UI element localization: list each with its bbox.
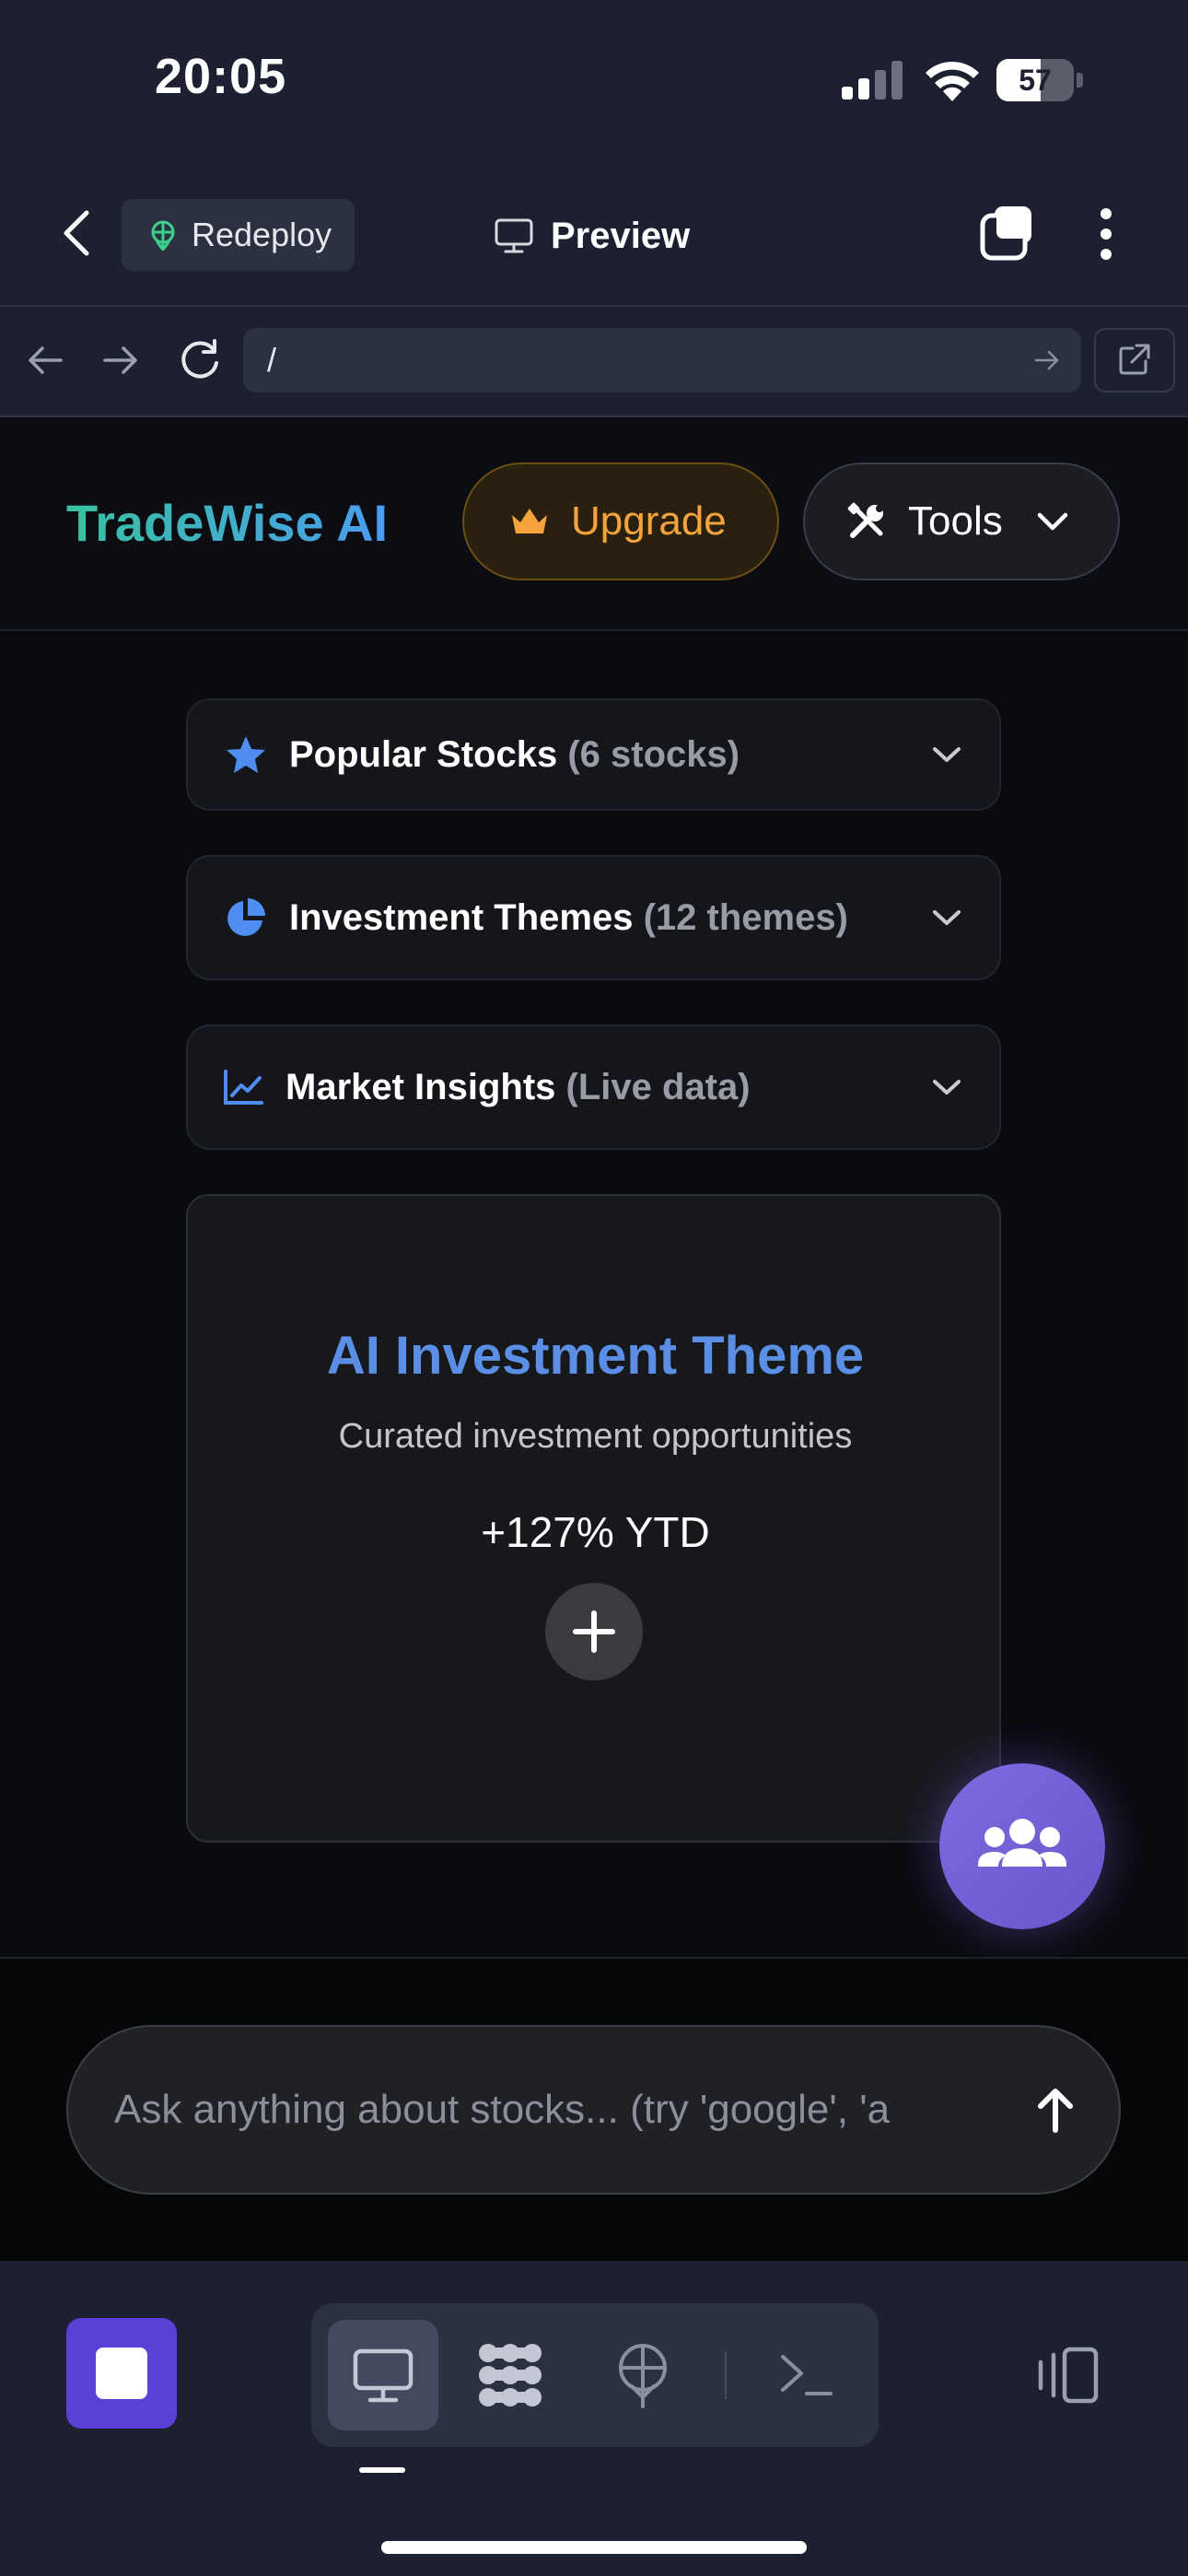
battery-level: 57 <box>1019 64 1052 97</box>
section-title-text: Investment Themes <box>289 896 634 938</box>
monitor-icon <box>495 218 533 253</box>
investment-themes-section[interactable]: Investment Themes (12 themes) <box>186 855 1001 980</box>
integrations-icon[interactable] <box>475 2342 545 2408</box>
theme-title: AI Investment Theme <box>326 1326 865 1386</box>
chevron-down-icon <box>933 1080 961 1095</box>
battery-body: 57 <box>996 59 1074 101</box>
section-title-text: Market Insights <box>285 1066 556 1107</box>
url-text: / <box>267 341 277 379</box>
line-chart-icon <box>224 1070 263 1105</box>
section-title: Investment Themes (12 themes) <box>289 897 848 939</box>
battery-icon: 57 <box>996 59 1085 101</box>
section-count: (6 stocks) <box>567 733 740 775</box>
terminal-icon[interactable] <box>777 2349 836 2401</box>
home-indicator <box>381 2541 807 2554</box>
go-arrow-icon[interactable] <box>1033 346 1061 374</box>
section-title: Popular Stocks (6 stocks) <box>289 734 740 776</box>
battery-tip <box>1077 73 1083 88</box>
device-toggle-icon[interactable] <box>1031 2340 1101 2410</box>
redeploy-button[interactable]: Redeploy <box>122 199 355 271</box>
arrow-up-icon[interactable] <box>1026 2080 1085 2139</box>
section-title-text: Popular Stocks <box>289 733 558 775</box>
active-tab-indicator <box>359 2467 405 2473</box>
redeploy-label: Redeploy <box>192 216 332 253</box>
stop-icon <box>96 2348 147 2399</box>
star-icon <box>227 736 265 773</box>
stop-button[interactable] <box>66 2318 177 2429</box>
plus-icon <box>573 1610 615 1653</box>
more-vertical-icon[interactable] <box>1087 205 1125 263</box>
tabs-icon[interactable] <box>978 203 1037 262</box>
chat-input[interactable]: Ask anything about stocks... (try 'googl… <box>66 2025 1121 2195</box>
pie-chart-icon <box>227 898 265 936</box>
chevron-down-icon <box>933 747 961 762</box>
chevron-down-icon <box>1037 512 1067 531</box>
chevron-down-icon <box>933 910 961 925</box>
brand-logo[interactable]: TradeWise AI <box>66 493 388 553</box>
segment-divider <box>725 2351 727 2399</box>
chat-placeholder: Ask anything about stocks... (try 'googl… <box>114 2087 891 2132</box>
arrow-right-icon[interactable] <box>101 341 140 380</box>
tools-label: Tools <box>908 498 1003 544</box>
preview-title: Preview <box>494 210 690 262</box>
chevron-left-icon[interactable] <box>53 207 101 259</box>
users-icon <box>978 1819 1066 1867</box>
deploy-icon[interactable] <box>613 2342 672 2408</box>
theme-performance: +127% YTD <box>481 1508 710 1556</box>
deploy-icon <box>151 220 175 251</box>
status-time: 20:05 <box>155 49 287 104</box>
upgrade-label: Upgrade <box>571 498 727 544</box>
market-insights-section[interactable]: Market Insights (Live data) <box>186 1025 1001 1150</box>
url-input[interactable]: / <box>243 328 1081 392</box>
section-status: (Live data) <box>565 1066 751 1107</box>
ai-investment-theme-card[interactable]: AI Investment Theme Curated investment o… <box>186 1194 1001 1843</box>
tools-dropdown-button[interactable]: Tools <box>803 463 1120 580</box>
open-external-button[interactable] <box>1094 328 1175 392</box>
signal-icon <box>842 61 903 100</box>
monitor-icon[interactable] <box>352 2344 414 2406</box>
community-fab[interactable] <box>939 1763 1105 1929</box>
reload-icon[interactable] <box>177 337 223 383</box>
popular-stocks-section[interactable]: Popular Stocks (6 stocks) <box>186 698 1001 811</box>
wifi-icon <box>926 61 979 101</box>
crown-icon <box>512 509 547 533</box>
view-switcher <box>311 2303 879 2447</box>
tools-icon <box>847 502 883 538</box>
add-button[interactable] <box>545 1583 643 1680</box>
external-link-icon <box>1119 344 1150 375</box>
section-title: Market Insights (Live data) <box>285 1067 751 1108</box>
preview-label: Preview <box>551 215 691 256</box>
arrow-left-icon[interactable] <box>26 341 64 380</box>
section-count: (12 themes) <box>643 896 848 938</box>
upgrade-button[interactable]: Upgrade <box>462 463 779 580</box>
theme-subtitle: Curated investment opportunities <box>338 1417 853 1456</box>
